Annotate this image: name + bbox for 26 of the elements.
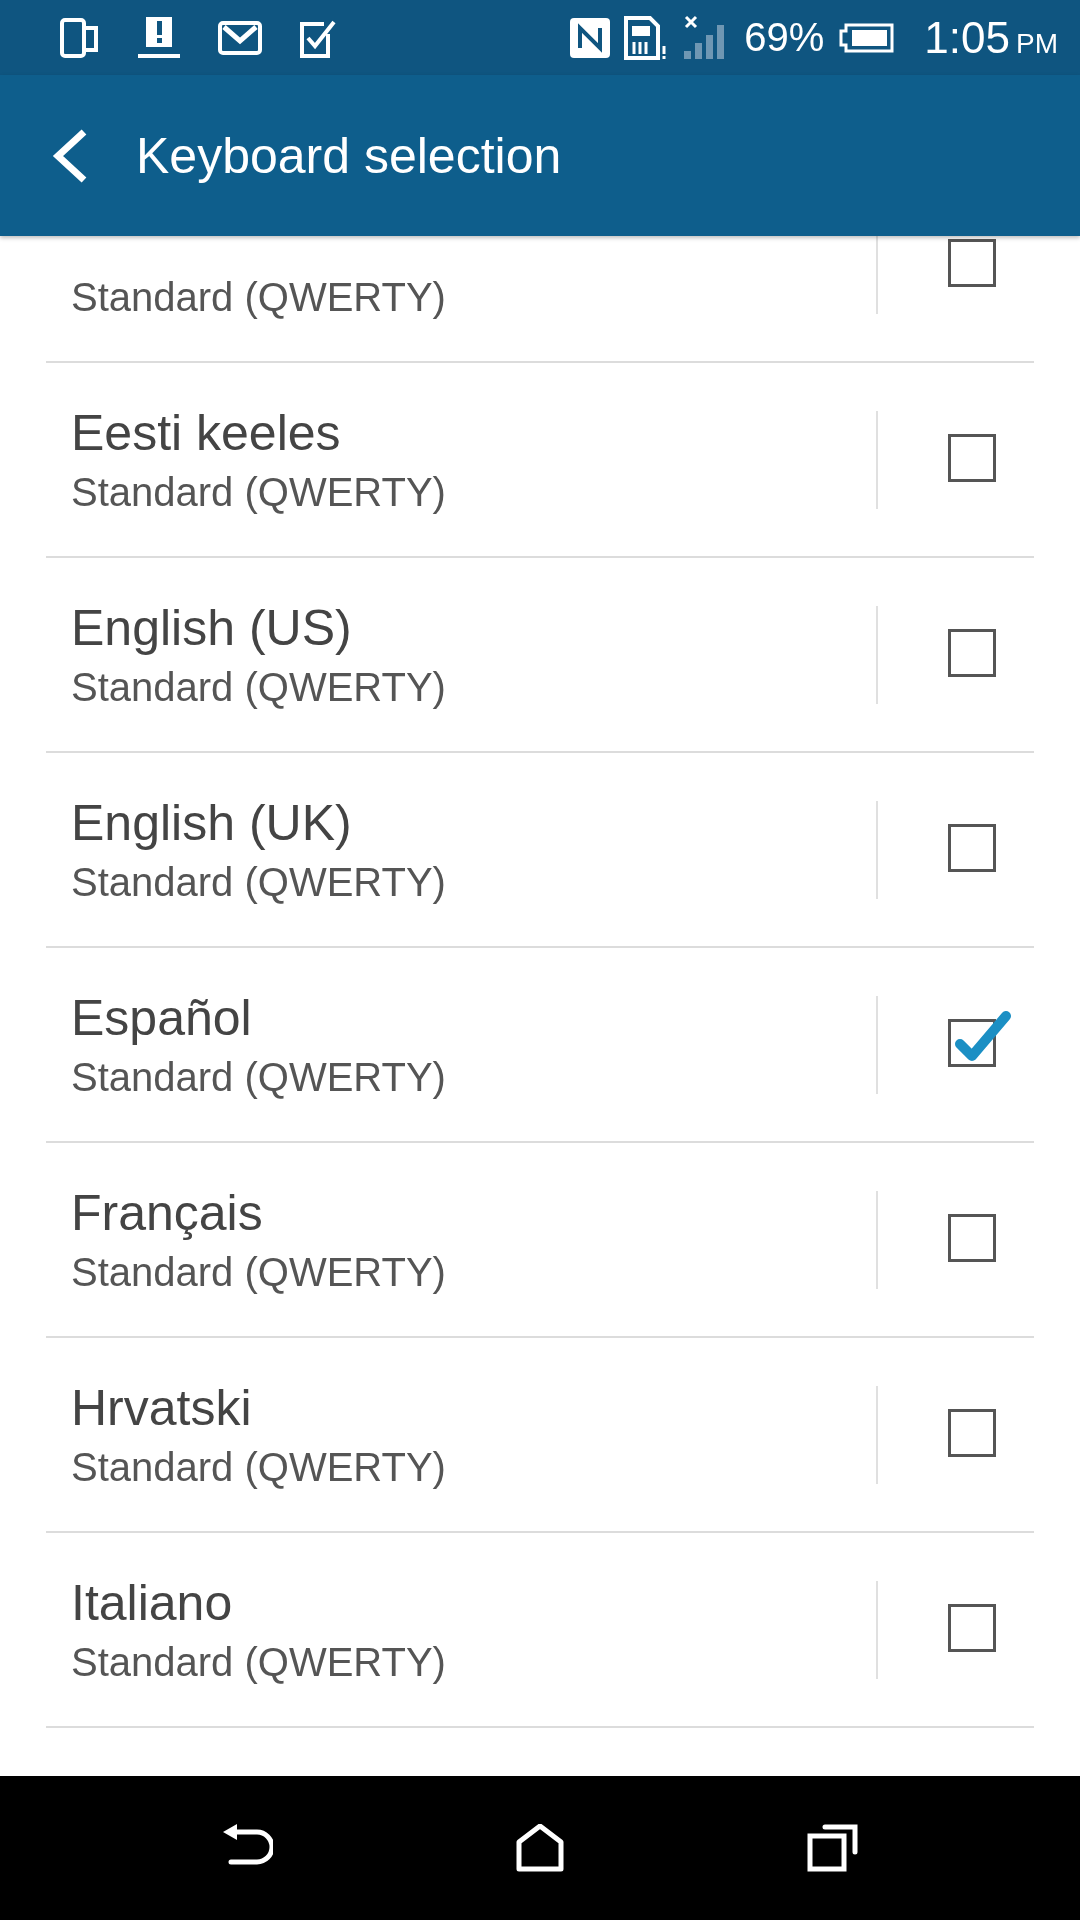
language-name: Español	[71, 989, 253, 1047]
nfc-icon	[570, 17, 611, 58]
layout-label: Standard (QWERTY)	[71, 1445, 447, 1490]
layout-label: Standard (QWERTY)	[71, 1055, 447, 1100]
layout-label: Standard (QWERTY)	[71, 665, 447, 710]
phone-icon	[60, 17, 100, 58]
battery-percent: 69%	[744, 15, 825, 60]
language-name: English (US)	[71, 599, 353, 657]
language-name: Hrvatski	[71, 1379, 253, 1437]
mail-icon	[218, 20, 262, 55]
language-name: Italiano	[71, 1574, 234, 1632]
layout-label: Standard (QWERTY)	[71, 275, 447, 320]
alert-icon	[138, 16, 180, 59]
language-name: Eesti keeles	[71, 404, 342, 462]
clock-time: 1:05 PM	[924, 12, 1058, 63]
sim-card-icon	[624, 15, 669, 60]
layout-label: Standard (QWERTY)	[71, 1640, 447, 1685]
layout-label: Standard (QWERTY)	[71, 1250, 447, 1295]
screen-title: Keyboard selection	[136, 126, 562, 185]
recent-apps-icon[interactable]	[806, 1824, 859, 1872]
language-name: English (UK)	[71, 794, 353, 852]
home-icon[interactable]	[516, 1824, 564, 1872]
battery-icon	[838, 22, 895, 53]
layout-label: Standard (QWERTY)	[71, 860, 447, 905]
language-name: Français	[71, 1184, 264, 1242]
layout-label: Standard (QWERTY)	[71, 470, 447, 515]
